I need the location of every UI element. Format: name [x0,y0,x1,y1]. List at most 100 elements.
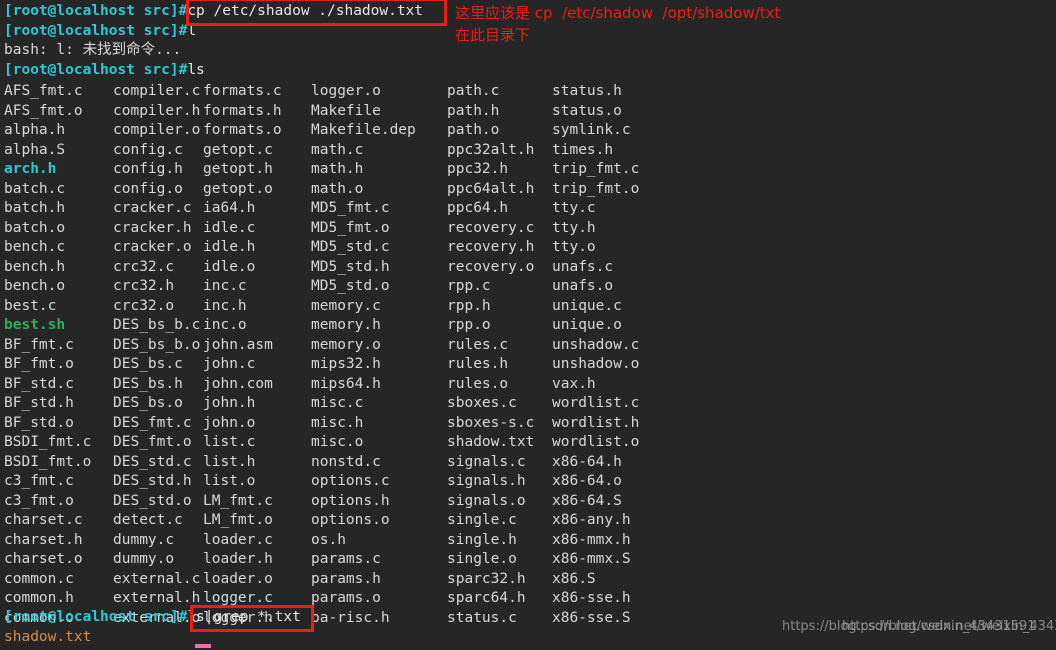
ls-file-entry: mips32.h [311,356,381,372]
ls-file-entry: crc32.h [113,278,175,294]
ls-file-entry: options.h [311,492,390,509]
ls-file-entry: best.c [4,297,57,314]
ls-file-entry: shadow.txt [447,434,535,450]
ls-file-entry: compiler.c [113,83,201,99]
ls-file-entry: sparc64.h [447,590,526,606]
ls-file-entry: charset.c [4,512,83,528]
ls-file-entry: dummy.c [113,531,175,548]
ls-file-entry: BF_std.o [4,414,74,431]
ls-file-entry: tty.h [552,219,596,236]
ls-file-entry: MD5_std.o [311,278,390,294]
ls-row: batch.c config.o getopt.o math.o ppc64alt.h t… [0,180,1056,200]
ls-file-entry: getopt.c [203,141,273,158]
ls-file-entry: pa-risc.h [311,609,390,626]
ls-file-entry: memory.h [311,317,381,333]
ls-file-entry: trip_fmt.o [552,180,640,197]
ls-file-entry: tty.o [552,239,596,255]
ls-file-entry: mips64.h [311,375,381,392]
ls-file-entry: john.o [203,414,256,431]
ls-file-entry: cracker.c [113,200,192,216]
ls-row: BF_fmt.c DES_bs_b.o john.asm memory.o rules.… [0,336,1056,356]
ls-file-entry: DES_std.h [113,473,192,489]
ls-file-entry: LM_fmt.c [203,492,273,509]
shell-prompt: [root@localhost src]# [4,3,188,19]
ls-file-entry: x86-64.S [552,492,622,509]
ls-file-entry: crc32.o [113,297,175,314]
ls-file-entry: math.o [311,180,364,197]
ls-file-entry: math.h [311,161,364,177]
ls-file-entry: compiler.o [113,122,201,138]
ls-file-entry: MD5_std.c [311,239,390,255]
ls-file-entry: x86-sse.S [552,609,631,626]
ls-row: bench.c cracker.o idle.h MD5_std.c recovery.… [0,238,1056,258]
ls-file-entry: ia64.h [203,200,256,216]
ls-row: BSDI_fmt.o DES_std.c list.h nonstd.c signals… [0,453,1056,473]
ls-file-entry: c3_fmt.o [4,492,74,509]
ls-file-entry: os.h [311,531,346,548]
ls-file-entry: signals.h [447,473,526,489]
ls-file-entry: unshadow.c [552,336,640,353]
ls-row: c3_fmt.c DES_std.h list.o options.c signals.… [0,472,1056,492]
ls-file-entry: formats.c [203,83,282,99]
command-cp: cp /etc/shadow ./shadow.txt [187,3,424,19]
command-ls: ls [187,61,205,78]
ls-file-entry: john.h [203,395,256,411]
ls-row: c3_fmt.o DES_std.o LM_fmt.c options.h signal… [0,492,1056,512]
ls-row: alpha.S config.c getopt.c math.c ppc32alt.h t… [0,141,1056,161]
ls-file-entry: wordlist.c [552,395,640,411]
ls-file-entry: recovery.o [447,258,535,275]
ls-file-entry: x86-64.o [552,473,622,489]
ls-file-entry: batch.o [4,219,66,236]
ls-file-entry: arch.h [4,161,57,177]
ls-file-entry: ppc32alt.h [447,141,535,158]
ls-file-entry: unique.o [552,317,622,333]
ls-file-entry: symlink.c [552,122,631,138]
ls-file-entry: LM_fmt.o [203,512,273,528]
ls-file-entry: list.h [203,453,256,470]
ls-file-entry: DES_std.o [113,492,192,509]
ls-file-entry: DES_std.c [113,453,192,470]
ls-file-entry: best.sh [4,317,66,333]
ls-file-entry: x86-mmx.S [552,551,631,567]
ls-file-entry: BF_std.c [4,375,74,392]
ls-file-entry: MD5_std.h [311,258,390,275]
command-grep: ls|grep *.txt [187,609,301,625]
ls-file-entry: AFS_fmt.o [4,102,83,119]
ls-file-entry: times.h [552,141,614,158]
ls-file-entry: detect.c [113,512,183,528]
ls-row: best.c crc32.o inc.h memory.c rpp.h unique.c [0,297,1056,317]
shell-prompt: [root@localhost src]# [4,61,188,78]
ls-file-entry: loader.h [203,551,273,567]
ls-file-entry: unshadow.o [552,356,640,372]
ls-file-entry: vax.h [552,375,596,392]
ls-file-entry: ppc64.h [447,200,509,216]
ls-row: bench.h crc32.c idle.o MD5_std.h recovery.o u… [0,258,1056,278]
ls-file-entry: BF_fmt.o [4,356,74,372]
ls-file-entry: bench.h [4,258,66,275]
ls-file-entry: config.h [113,161,183,177]
ls-file-entry: x86.S [552,570,596,587]
ls-file-entry: wordlist.o [552,434,640,450]
ls-file-entry: x86-sse.h [552,590,631,606]
ls-file-entry: path.o [447,122,500,138]
ls-row: batch.h cracker.c ia64.h MD5_fmt.c ppc64.h tt… [0,199,1056,219]
ls-file-entry: recovery.c [447,219,535,236]
ls-output-grid: AFS_fmt.c compiler.c formats.c logger.o path… [0,82,1056,628]
ls-file-entry: status.h [552,83,622,99]
ls-file-entry: cracker.h [113,219,192,236]
ls-file-entry: rules.c [447,336,509,353]
ls-file-entry: charset.h [4,531,83,548]
ls-row: AFS_fmt.o compiler.h formats.h Makefile path… [0,102,1056,122]
ls-file-entry: loader.o [203,570,273,587]
terminal-line-grep: [root@localhost src]#ls|grep *.txt [4,608,301,628]
annotation-text-line2: 在此目录下 [455,26,531,44]
ls-file-entry: john.com [203,375,273,392]
ls-file-entry: misc.h [311,414,364,431]
ls-file-entry: formats.h [203,102,282,119]
ls-row: AFS_fmt.c compiler.c formats.c logger.o path… [0,82,1056,102]
ls-file-entry: params.c [311,551,381,567]
ls-file-entry: crc32.c [113,258,175,275]
ls-file-entry: status.o [552,102,622,119]
ls-file-entry: unique.c [552,297,622,314]
terminal-window[interactable]: [root@localhost src]#cp /etc/shadow ./sh… [0,0,1056,650]
